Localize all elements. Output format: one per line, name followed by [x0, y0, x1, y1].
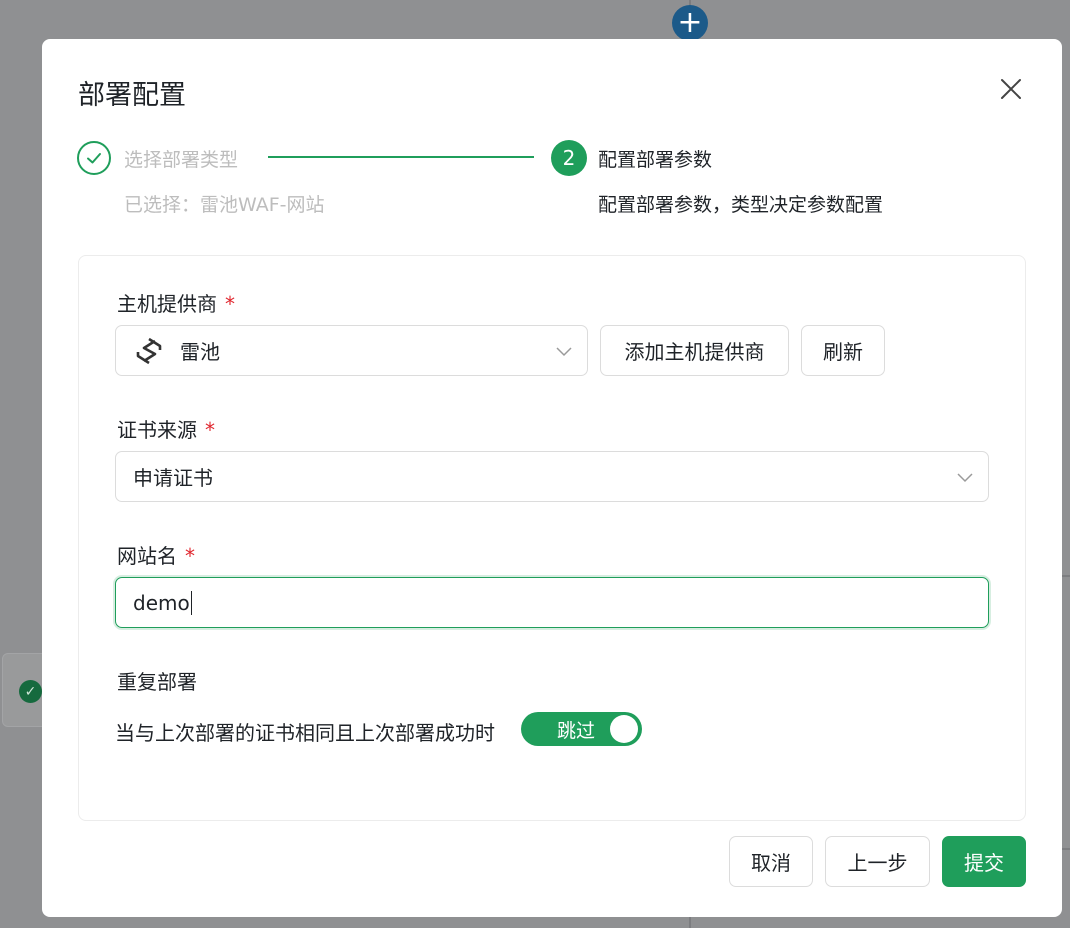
- background-connector-line: [1062, 848, 1070, 850]
- chevron-down-icon: [556, 347, 572, 357]
- background-connector-line: [1062, 575, 1070, 577]
- cert-source-select[interactable]: 申请证书: [115, 451, 989, 502]
- background-connector-line: [689, 917, 691, 928]
- repeat-deploy-label: 重复部署: [117, 670, 197, 694]
- step-2-description: 配置部署参数，类型决定参数配置: [598, 194, 884, 216]
- cert-source-label: 证书来源 *: [117, 418, 215, 442]
- form-panel: 主机提供商* 雷池 添加主机提供商 刷新 证书来源* 申请证书 网站名*: [78, 255, 1026, 821]
- site-name-label: 网站名 *: [117, 544, 195, 568]
- safeline-logo-icon: [136, 337, 162, 364]
- skip-toggle-label: 跳过: [557, 720, 596, 742]
- refresh-button[interactable]: 刷新: [801, 325, 885, 376]
- step-1-description: 已选择：雷池WAF-网站: [124, 194, 325, 216]
- step-1-title: 选择部署类型: [124, 149, 239, 171]
- deploy-config-dialog: 部署配置 选择部署类型 已选择：雷池WAF-网站 2 配置部署参数 配置部署参数…: [42, 39, 1062, 917]
- repeat-deploy-condition: 当与上次部署的证书相同且上次部署成功时: [115, 721, 495, 745]
- step-2-number: 2: [551, 140, 587, 176]
- step-finished-indicator: [77, 141, 111, 175]
- text-caret: [190, 590, 192, 615]
- required-mark: *: [185, 544, 195, 568]
- dialog-title: 部署配置: [78, 80, 186, 111]
- required-mark: *: [225, 292, 235, 316]
- cert-source-value: 申请证书: [133, 466, 213, 490]
- host-provider-select[interactable]: 雷池: [115, 325, 588, 376]
- add-host-provider-button[interactable]: 添加主机提供商: [600, 325, 789, 376]
- step-connector-line: [268, 156, 534, 158]
- cancel-button[interactable]: 取消: [729, 836, 813, 887]
- site-name-value: demo: [133, 590, 190, 615]
- previous-step-button[interactable]: 上一步: [825, 836, 930, 887]
- background-add-node-icon: +: [672, 5, 708, 41]
- check-icon: [87, 153, 101, 164]
- required-mark: *: [205, 418, 215, 442]
- background-check-icon: ✓: [19, 680, 42, 703]
- skip-toggle[interactable]: 跳过: [521, 712, 642, 746]
- site-name-input[interactable]: demo: [115, 577, 989, 628]
- step-2-title: 配置部署参数: [598, 149, 713, 171]
- chevron-down-icon: [957, 473, 973, 483]
- host-provider-value: 雷池: [180, 340, 220, 364]
- host-provider-label: 主机提供商 *: [117, 292, 235, 316]
- toggle-knob: [610, 715, 638, 743]
- close-icon: [1001, 79, 1021, 99]
- submit-button[interactable]: 提交: [942, 836, 1026, 887]
- close-button[interactable]: [994, 72, 1028, 106]
